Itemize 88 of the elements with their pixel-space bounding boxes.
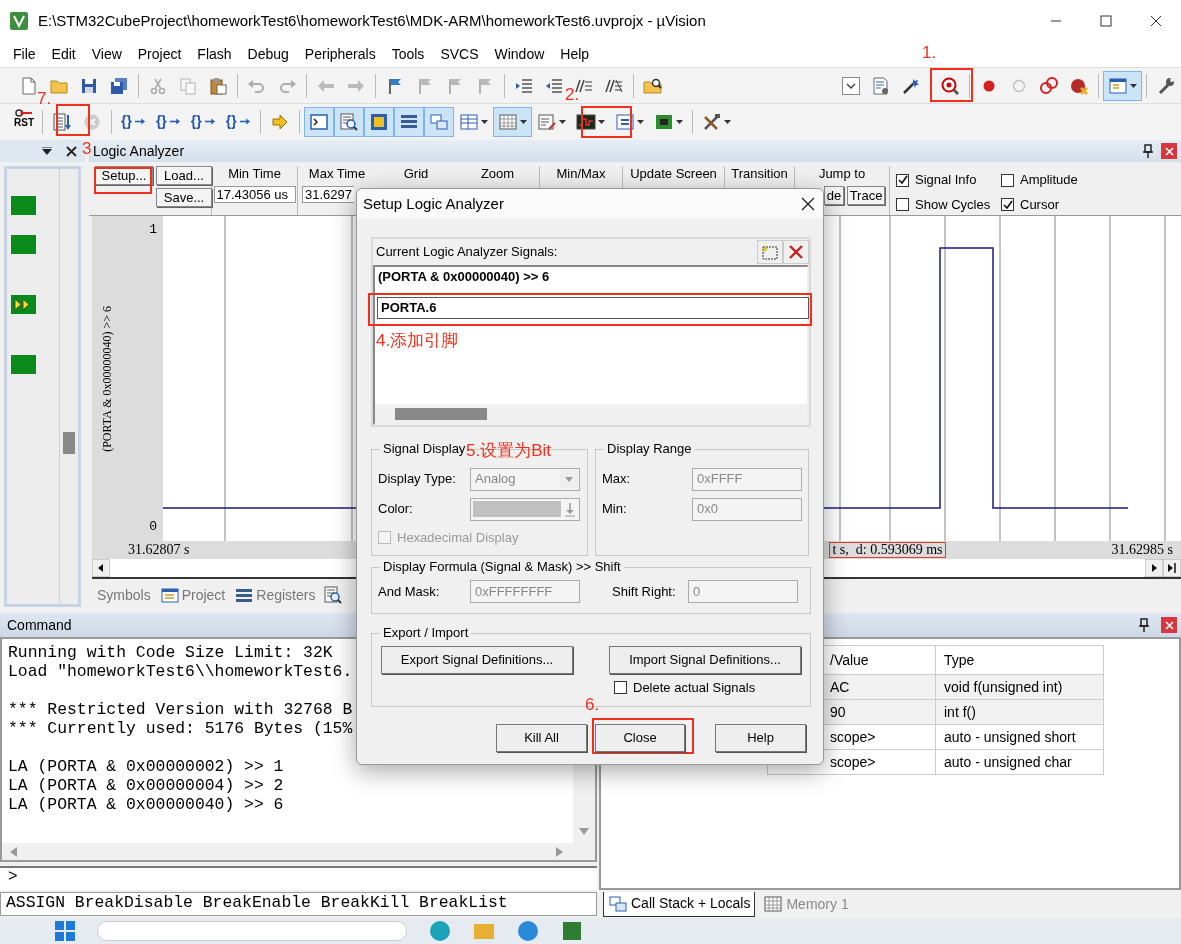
close-button[interactable]: Close [595, 724, 685, 752]
menu-item[interactable]: File [5, 46, 44, 63]
table-cell: auto - unsigned short [935, 724, 1104, 750]
column-header: Zoom [480, 166, 515, 182]
table-cell: void f(unsigned int) [935, 674, 1104, 700]
save-button[interactable]: Save... [156, 188, 212, 207]
toolbar-button[interactable]: RST [10, 106, 38, 137]
menu-item[interactable]: Tools [383, 46, 433, 63]
signal-name: (PORTA & 0x00000040) >> 6 [100, 305, 115, 452]
output-line: LA (PORTA & 0x00000002) >> 1 [8, 757, 284, 776]
field-label: And Mask: [378, 583, 441, 600]
trace-button[interactable]: Trace [847, 185, 885, 205]
field-label: Max: [602, 471, 632, 487]
field-label: Display Type: [378, 471, 457, 487]
axis-label: 1 [149, 222, 157, 238]
menu-item[interactable]: Edit [43, 46, 84, 63]
import-button[interactable]: Import Signal Definitions... [609, 646, 801, 674]
menu-item[interactable]: Flash [189, 46, 240, 63]
group-label: Export / Import [380, 625, 472, 641]
load-button[interactable]: Load... [156, 166, 212, 185]
checkbox-label: Delete actual Signals [633, 680, 756, 696]
column-header: Type [935, 645, 1104, 675]
input-field[interactable]: PORTA.6 [377, 297, 809, 319]
checkbox-label: Cursor [1020, 196, 1059, 213]
command-field[interactable]: > [0, 866, 597, 890]
dialog-title: Setup Logic Analyzer [363, 194, 504, 213]
help-button[interactable]: Help [715, 724, 806, 752]
annotation-label: 6. [585, 695, 600, 715]
column-header: Min Time [228, 166, 281, 182]
menu-item[interactable]: Peripherals [296, 46, 384, 63]
output-line: *** Currently used: 5176 Bytes (15% [8, 719, 353, 738]
toolbar-button[interactable]: {} [220, 106, 256, 137]
field-label: Color: [378, 501, 414, 517]
group-label: Current Logic Analyzer Signals: [376, 244, 558, 260]
max-time-field: 31.6297 [302, 185, 354, 204]
column-header: Grid [403, 166, 429, 182]
time-label: 31.62985 s [1111, 541, 1173, 559]
table-cell: auto - unsigned char [935, 749, 1104, 775]
annotation-label: 5.设置为Bit [466, 441, 552, 461]
menu-item[interactable]: Debug [239, 46, 297, 63]
annotation-label: 7. [37, 89, 52, 109]
window-title: E:\STM32CubeProject\homeworkTest6\homeworkTest6\MDK-ARM\homeworkTest6.uvprojx - µVision [38, 12, 706, 30]
menu-item[interactable]: Help [552, 46, 598, 63]
output-line: Load "homeworkTest6\\homeworkTest6. [8, 662, 353, 681]
annotation-label: 1. [922, 43, 937, 63]
output-line: *** Restricted Version with 32768 B [8, 700, 353, 719]
tab[interactable]: Symbols [95, 586, 153, 604]
annotation-label: 4.添加引脚 [376, 331, 459, 351]
toolbar-button[interactable]: {} [150, 106, 186, 137]
panel-title: Command [7, 616, 72, 634]
command-hints: ASSIGN BreakDisable BreakEnable BreakKill BreakList [0, 892, 597, 916]
toolbar-button[interactable]: {} [185, 106, 221, 137]
annotation-label: 2. [565, 85, 580, 105]
menu-item[interactable]: SVCS [432, 46, 487, 63]
menu-item[interactable]: View [83, 46, 130, 63]
output-line: LA (PORTA & 0x00000040) >> 6 [8, 795, 284, 814]
annotation-label: 3 [82, 139, 92, 159]
column-header: Min/Max [556, 166, 606, 182]
export-button[interactable]: Export Signal Definitions... [381, 646, 573, 674]
checkbox-label: Signal Info [915, 172, 977, 189]
list-item[interactable]: (PORTA & 0x00000040) >> 6 [375, 267, 807, 289]
panel-title: Logic Analyzer [93, 142, 185, 160]
checkbox-label: Amplitude [1020, 172, 1078, 189]
column-header: Max Time [308, 166, 366, 182]
table-cell: int f() [935, 699, 1104, 725]
column-header: Jump to [818, 166, 866, 182]
column-header: Update Screen [630, 166, 717, 182]
group-label: Display Formula (Signal & Mask) >> Shift [380, 559, 624, 575]
column-header: Transition [731, 166, 788, 182]
checkbox-label: Hexadecimal Display [397, 530, 519, 546]
menu-item[interactable]: Window [486, 46, 553, 63]
group-label: Display Range [604, 441, 695, 457]
field-label: Min: [602, 501, 628, 517]
output-line: Running with Code Size Limit: 32K [8, 643, 333, 662]
tab[interactable]: Registers [233, 586, 318, 604]
tab[interactable]: Project [158, 586, 228, 604]
output-line: LA (PORTA & 0x00000004) >> 2 [8, 776, 284, 795]
checkbox-label: Show Cycles [915, 196, 991, 213]
time-label: 31.62807 s [128, 541, 190, 559]
min-time-field: 17.43056 us [213, 185, 296, 204]
toolbar-button[interactable]: {} [116, 106, 151, 137]
jump-button[interactable]: de [824, 185, 844, 205]
cursor-info: t s, d: 0.593069 ms [829, 542, 946, 558]
field-label: Shift Right: [612, 583, 677, 600]
kill-all-button[interactable]: Kill All [496, 724, 587, 752]
axis-label: 0 [149, 519, 157, 535]
menu-item[interactable]: Project [129, 46, 190, 63]
tab[interactable]: Call Stack + Locals [603, 891, 756, 917]
